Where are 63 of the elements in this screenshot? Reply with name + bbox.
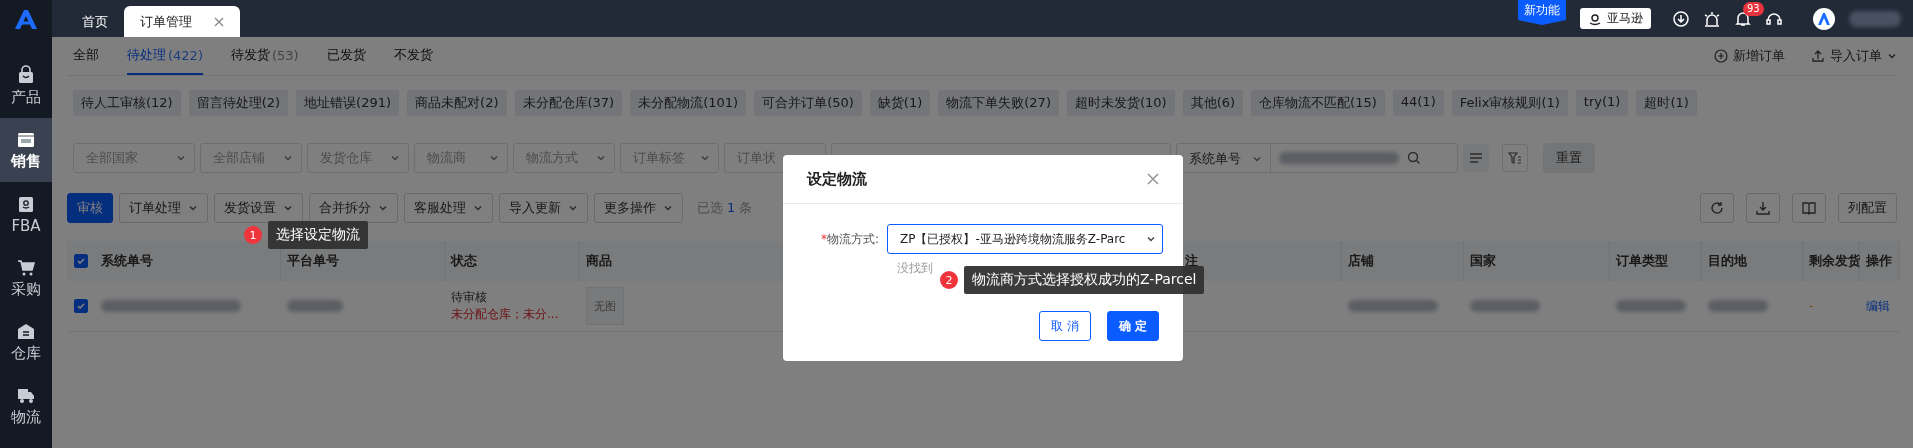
product-thumbnail: 无图 [586,287,624,325]
filter-tag[interactable]: 仓库物流不匹配(15) [1251,90,1385,116]
column-header: 店铺 [1342,241,1464,281]
guide-tooltip: 选择设定物流 [268,221,368,249]
column-header: 剩余发货 [1803,241,1860,281]
filter-tag[interactable]: 地址错误(291) [296,90,400,116]
status-text: 待审核 [451,289,488,306]
guide-tooltip: 物流商方式选择授权成功的Z-Parcel [964,266,1205,294]
filter-tag[interactable]: 超时未发货(10) [1066,90,1175,116]
filter-tag[interactable]: 44(1) [1392,90,1444,116]
page-tab[interactable]: 首页 [66,6,124,37]
add-order-link[interactable]: 新增订单 [1714,47,1785,65]
filter-tag[interactable]: 超时(1) [1636,90,1697,116]
new-feature-badge[interactable]: 新功能 [1518,0,1566,25]
menu-button[interactable]: 客服处理 [404,193,493,223]
status-tab[interactable]: 待发货(53) [230,37,299,75]
hint-text: 没找到 [897,260,933,277]
status-note: 未分配仓库；未分... [451,306,560,323]
sidebar-item[interactable]: 仓库 [0,310,52,374]
filter-tag[interactable]: 待人工审核(12) [73,90,181,116]
menu-button[interactable]: 更多操作 [594,193,683,223]
menu-button[interactable]: 导入更新 [499,193,588,223]
reset-button[interactable]: 重置 [1543,143,1595,173]
cancel-button[interactable]: 取 消 [1039,311,1091,341]
column-header: 系统单号 [95,241,281,281]
status-tab[interactable]: 已发货 [326,37,366,75]
review-button[interactable]: 审核 [67,193,113,223]
status-tab[interactable]: 全部 [73,37,99,75]
notification-badge: 93 [1743,1,1764,16]
filter-tag[interactable]: 其他(6) [1182,90,1244,116]
filter-tag[interactable]: try(1) [1575,90,1629,116]
status-tab[interactable]: 待处理(422) [127,37,203,75]
confirm-button[interactable]: 确 定 [1106,311,1159,341]
column-header: 订单类型 [1610,241,1702,281]
filter-tag[interactable]: 未分配物流(101) [630,90,747,116]
filter-tag[interactable]: 可合并订单(50) [754,90,862,116]
sidebar-item[interactable]: 物流 [0,374,52,438]
column-header: 状态 [445,241,580,281]
page-tab[interactable]: 订单管理 [124,6,240,37]
column-header: 国家 [1464,241,1610,281]
sidebar-item[interactable]: FBA [0,182,52,246]
sidebar-item[interactable]: 销售 [0,118,52,182]
filter-tag[interactable]: 未分配仓库(37) [514,90,623,116]
remaining-value: - [1809,299,1815,313]
step-badge: 1 [244,226,262,244]
sidebar-item[interactable]: 产品 [0,54,52,118]
filter-tag[interactable]: Felix审核规则(1) [1451,90,1568,116]
filter-tag[interactable]: 物流下单失败(27) [938,90,1059,116]
column-header: 目的地 [1702,241,1803,281]
edit-link[interactable]: 编辑 [1866,297,1900,315]
menu-button[interactable]: 订单处理 [119,193,208,223]
shipping-method-select[interactable]: ZP【已授权】-亚马逊跨境物流服务Z-Parc [887,224,1163,254]
store-button[interactable]: 亚马逊 [1580,8,1651,29]
filter-tag[interactable]: 缺货(1) [869,90,931,116]
status-tab[interactable]: 不发货 [393,37,433,75]
filter-tag[interactable]: 商品未配对(2) [407,90,507,116]
column-header: 操作 [1860,241,1900,281]
import-order-link[interactable]: 导入订单 [1811,47,1897,65]
menu-button[interactable]: 发货设置 [214,193,303,223]
column-config-button[interactable]: 列配置 [1838,193,1897,223]
filter-tag[interactable]: 留言待处理(2) [188,90,289,116]
sidebar-item[interactable]: 采购 [0,246,52,310]
menu-button[interactable]: 合并拆分 [309,193,398,223]
